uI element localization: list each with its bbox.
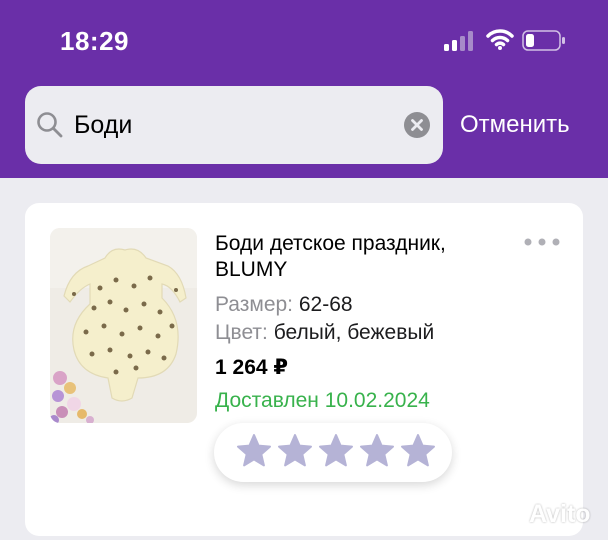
rating-star-3-icon[interactable] [318,433,354,469]
size-label: Размер: [215,293,294,316]
product-size: Размер: 62-68 [215,293,353,317]
product-color: Цвет: белый, бежевый [215,321,434,345]
avito-watermark: Avito [529,500,591,528]
status-time: 18:29 [60,26,129,56]
search-icon [37,112,63,138]
cancel-button[interactable]: Отменить [460,111,570,139]
product-title[interactable]: Боди детское праздник, BLUMY [215,231,515,283]
size-value: 62-68 [298,293,353,316]
color-value: белый, бежевый [273,321,435,344]
product-price: 1 264 ₽ [215,356,288,379]
search-query[interactable]: Боди [74,111,132,140]
rating-star-1-icon[interactable] [236,433,272,469]
clear-icon[interactable] [404,112,430,138]
color-label: Цвет: [215,321,268,344]
product-image[interactable] [50,228,197,423]
more-options-icon[interactable] [524,238,560,246]
rating-star-2-icon[interactable] [277,433,313,469]
wifi-icon [486,29,514,50]
rating-star-5-icon[interactable] [400,433,436,469]
signal-icon [444,31,473,51]
rating-star-4-icon[interactable] [359,433,395,469]
battery-icon [522,30,565,51]
delivery-status: Доставлен 10.02.2024 [215,389,430,412]
